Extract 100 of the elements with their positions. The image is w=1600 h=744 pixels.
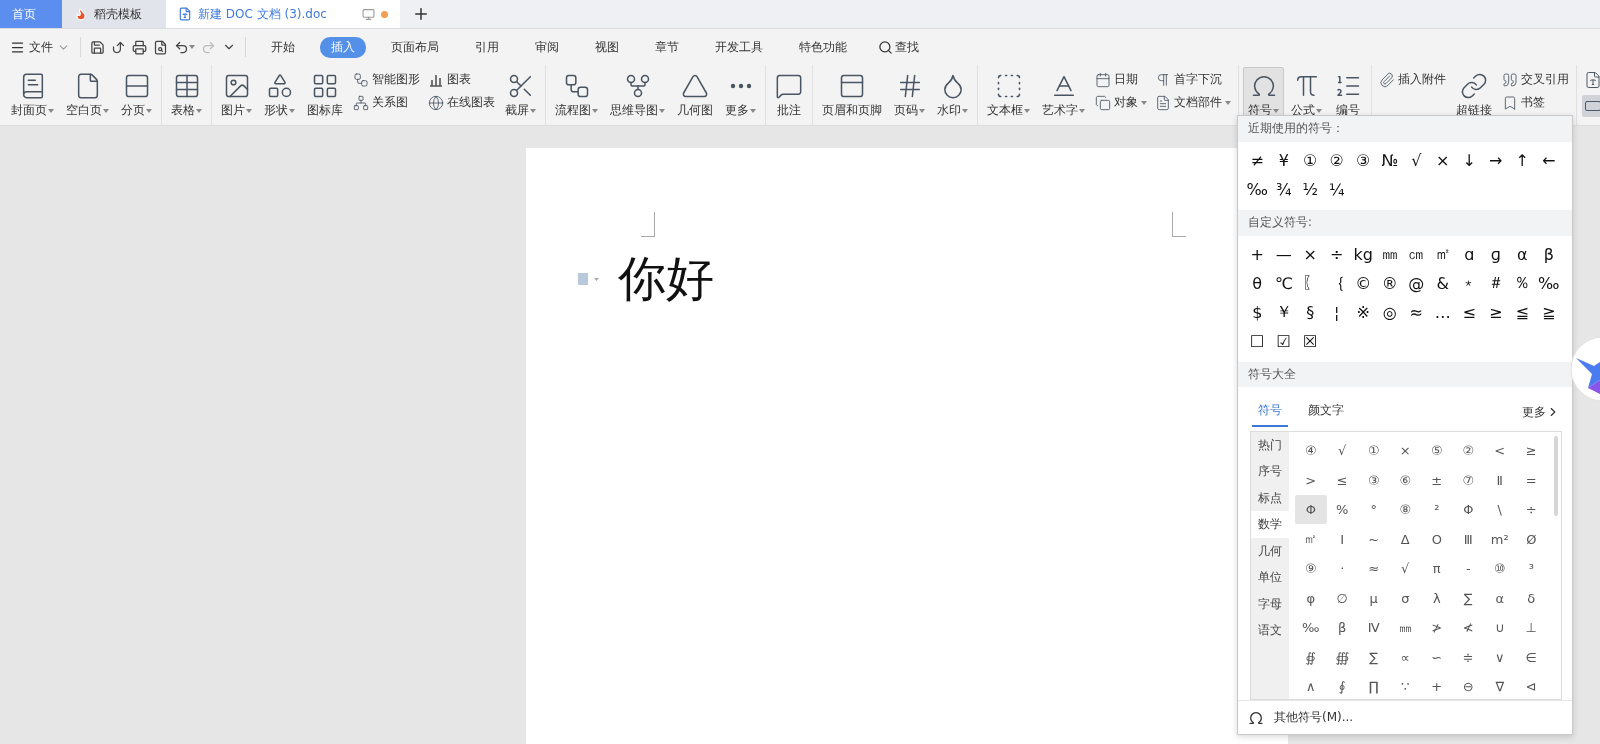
symbol-button[interactable]: + — [1421, 671, 1453, 700]
ribbon-tab[interactable]: 特色功能 — [788, 36, 858, 58]
symbol-button[interactable]: $ — [1244, 297, 1271, 327]
symbol-button[interactable]: ﹡ — [1456, 268, 1483, 298]
symbol-button[interactable]: ㎡ — [1429, 239, 1456, 269]
symbol-button[interactable]: ∯ — [1295, 642, 1327, 672]
symbol-button[interactable]: × — [1429, 145, 1456, 175]
symbol-button[interactable]: - — [1452, 553, 1484, 584]
symbol-button[interactable]: ◎ — [1376, 297, 1403, 327]
symbol-button[interactable]: ① — [1297, 145, 1324, 175]
symbol-button[interactable]: π — [1421, 553, 1453, 584]
symbol-button[interactable]: © — [1350, 268, 1377, 298]
symbol-button[interactable]: √ — [1403, 145, 1430, 175]
symbol-button[interactable]: λ — [1421, 583, 1453, 613]
symbol-button[interactable]: ² — [1421, 494, 1453, 525]
category-item[interactable]: 字母 — [1251, 590, 1289, 618]
file-menu[interactable]: 文件 — [6, 36, 74, 58]
symbol-button[interactable]: № — [1376, 145, 1403, 175]
symbol-button[interactable]: σ — [1389, 583, 1421, 613]
symbol-button[interactable]: ⑥ — [1389, 465, 1421, 495]
symbol-button[interactable]: · — [1326, 553, 1358, 584]
symbol-button[interactable]: ½ — [1297, 174, 1324, 204]
symbol-button[interactable]: ≈ — [1358, 553, 1390, 584]
ribbon-button[interactable]: 插入附件 — [1379, 71, 1446, 88]
ribbon-tab[interactable]: 章节 — [644, 36, 690, 58]
symbol-button[interactable]: Δ — [1389, 524, 1421, 554]
symbol-button[interactable]: ∧ — [1295, 671, 1327, 700]
symbol-button[interactable]: — — [1270, 239, 1297, 269]
symbol-button[interactable]: √ — [1326, 435, 1358, 466]
ribbon-button[interactable]: 智能图形 — [353, 71, 420, 88]
symbol-button[interactable]: + — [1244, 239, 1271, 269]
symbol-button[interactable]: ⊲ — [1515, 671, 1547, 700]
symbol-tab[interactable]: 颜文字 — [1302, 397, 1350, 427]
symbol-button[interactable]: O — [1421, 524, 1453, 554]
window-tab[interactable]: 稻壳模板 — [62, 0, 166, 28]
symbol-button[interactable]: √ — [1389, 553, 1421, 584]
symbol-button[interactable]: ④ — [1295, 435, 1327, 466]
symbol-button[interactable]: ∑ — [1358, 642, 1390, 672]
symbol-button[interactable]: % — [1326, 494, 1358, 525]
symbol-button[interactable]: ⑧ — [1389, 494, 1421, 525]
symbol-button[interactable]: ¥ — [1270, 145, 1297, 175]
symbol-button[interactable]: × — [1297, 239, 1324, 269]
symbol-button[interactable]: ∏ — [1358, 671, 1390, 700]
symbol-button[interactable]: ≮ — [1452, 612, 1484, 643]
symbol-button[interactable]: β — [1326, 612, 1358, 643]
symbol-button[interactable]: ⊖ — [1452, 671, 1484, 700]
symbol-button[interactable]: Ⅳ — [1358, 612, 1390, 643]
symbol-button[interactable]: Ø — [1515, 524, 1547, 554]
scrollbar-thumb[interactable] — [1554, 435, 1558, 516]
symbol-button[interactable]: Φ — [1452, 494, 1484, 525]
symbol-button[interactable]: → — [1482, 145, 1509, 175]
symbol-button[interactable]: kg — [1350, 239, 1377, 269]
symbol-button[interactable]: ↑ — [1509, 145, 1536, 175]
ribbon-button[interactable]: 在线图表 — [428, 94, 495, 111]
ribbon-tab[interactable]: 引用 — [464, 36, 510, 58]
symbol-button[interactable]: ㎜ — [1376, 239, 1403, 269]
symbol-button[interactable]: ☒ — [1297, 326, 1324, 356]
ribbon-button[interactable]: 图片 — [216, 67, 257, 123]
symbol-button[interactable]: ≦ — [1509, 297, 1536, 327]
symbol-button[interactable]: ɡ — [1482, 239, 1509, 269]
symbol-button[interactable]: & — [1429, 268, 1456, 298]
ribbon-button[interactable]: 流程图 — [550, 67, 603, 123]
symbol-button[interactable]: ⑦ — [1452, 465, 1484, 495]
symbol-button[interactable]: ≈ — [1403, 297, 1430, 327]
ribbon-button[interactable]: 艺术字 — [1037, 67, 1090, 123]
symbol-button[interactable]: ∑ — [1452, 583, 1484, 613]
symbol-button[interactable]: ≑ — [1452, 642, 1484, 672]
ribbon-button[interactable]: 分页 — [116, 67, 157, 123]
ribbon-tab[interactable]: 页面布局 — [380, 36, 450, 58]
bird-logo-icon[interactable] — [1570, 336, 1600, 402]
ribbon-tab[interactable]: 视图 — [584, 36, 630, 58]
ribbon-button[interactable]: 页码 — [889, 67, 930, 123]
symbol-button[interactable]: ∇ — [1484, 671, 1516, 700]
ribbon-button[interactable]: 日期 — [1095, 71, 1147, 88]
symbol-button[interactable]: ￥ — [1270, 297, 1297, 327]
category-item[interactable]: 热门 — [1251, 431, 1289, 459]
symbol-button[interactable]: ㎡ — [1295, 524, 1327, 554]
ribbon-button[interactable]: 页眉和页脚 — [817, 67, 887, 123]
symbol-button[interactable]: ∮ — [1326, 671, 1358, 700]
symbol-button[interactable]: δ — [1515, 583, 1547, 613]
symbol-button[interactable]: … — [1429, 297, 1456, 327]
symbol-button[interactable]: ≧ — [1535, 297, 1562, 327]
ribbon-tab[interactable]: 审阅 — [524, 36, 570, 58]
symbol-button[interactable]: ° — [1358, 494, 1390, 525]
symbol-button[interactable]: ∨ — [1484, 642, 1516, 672]
ribbon-button[interactable]: 关系图 — [353, 94, 420, 111]
ribbon-button[interactable]: 交叉引用 — [1502, 71, 1569, 88]
ribbon-button[interactable]: 文档部件 — [1155, 94, 1231, 111]
toolbar-button[interactable] — [1582, 95, 1600, 117]
symbol-button[interactable]: ¦ — [1323, 297, 1350, 327]
ribbon-tab[interactable]: 开始 — [260, 36, 306, 58]
symbol-button[interactable]: ∝ — [1389, 642, 1421, 672]
ribbon-button[interactable]: 表格 — [166, 67, 207, 123]
search-button[interactable]: 查找 — [872, 37, 925, 57]
symbol-button[interactable]: ɑ — [1456, 239, 1483, 269]
category-item[interactable]: 几何 — [1251, 537, 1289, 565]
ribbon-button[interactable]: 封面页 — [6, 67, 59, 123]
more-button[interactable]: 更多 — [1522, 403, 1560, 421]
other-symbols-button[interactable]: 其他符号(M)... — [1238, 700, 1572, 734]
symbol-button[interactable]: ⑤ — [1421, 435, 1453, 466]
